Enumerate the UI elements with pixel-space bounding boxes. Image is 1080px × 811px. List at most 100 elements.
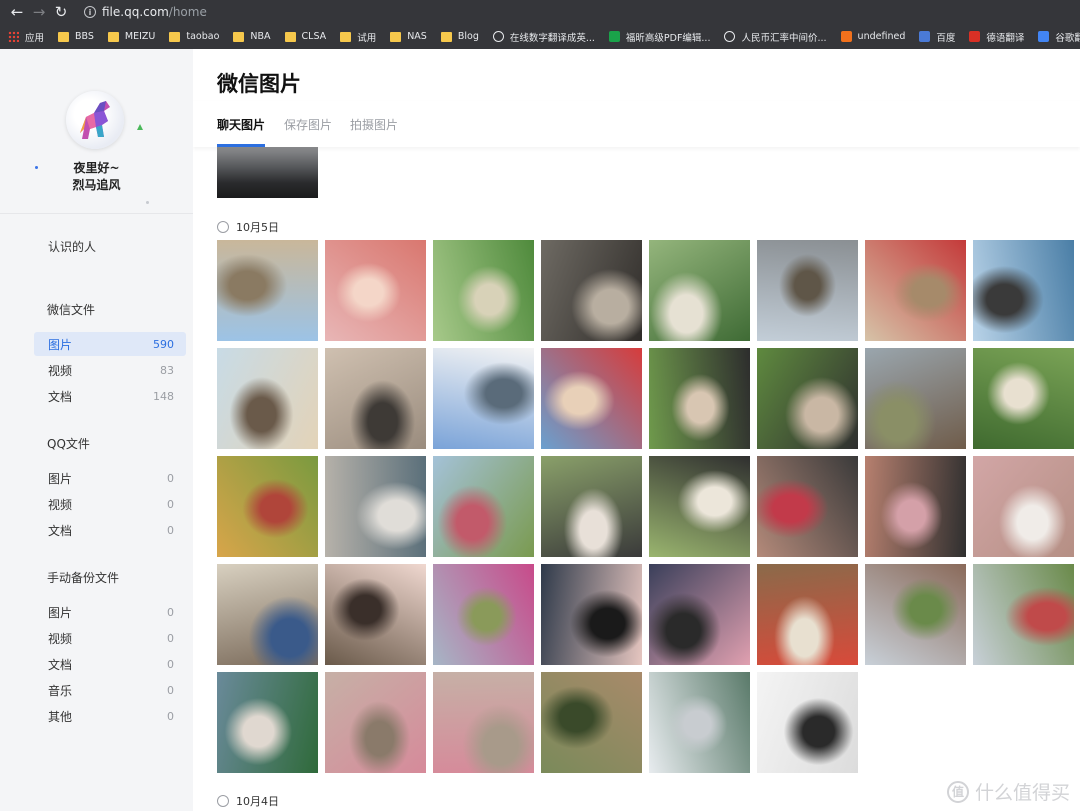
photo-thumbnail[interactable]: [433, 348, 534, 449]
watermark-text: 什么值得买: [974, 782, 1070, 804]
globe-icon: [492, 31, 504, 42]
folder-icon: [58, 31, 70, 42]
photo-thumbnail[interactable]: [865, 456, 966, 557]
bookmark-item[interactable]: 百度: [919, 30, 955, 44]
photo-thumbnail[interactable]: [649, 456, 750, 557]
url-path: /home: [168, 5, 207, 19]
photo-thumbnail[interactable]: [433, 240, 534, 341]
photo-thumbnail[interactable]: [217, 672, 318, 773]
photo-image: [649, 672, 750, 773]
photo-thumbnail[interactable]: [757, 348, 858, 449]
photo-image: [217, 456, 318, 557]
bookmark-item[interactable]: 德语翻译: [969, 30, 1024, 44]
photo-thumbnail[interactable]: [433, 456, 534, 557]
photo-thumbnail[interactable]: [757, 672, 858, 773]
sidebar-item-backup-music[interactable]: 音乐 0: [34, 678, 186, 702]
photo-thumbnail[interactable]: [541, 456, 642, 557]
photo-thumbnail[interactable]: [541, 564, 642, 665]
bookmark-item[interactable]: BBS: [58, 31, 94, 42]
photo-thumbnail[interactable]: [325, 564, 426, 665]
tab-camera-images[interactable]: 拍摄图片: [350, 116, 398, 133]
bookmark-item[interactable]: undefined: [840, 31, 905, 42]
photo-thumbnail[interactable]: [649, 240, 750, 341]
photo-thumbnail[interactable]: [217, 348, 318, 449]
photo-thumbnail[interactable]: [325, 672, 426, 773]
photo-thumbnail[interactable]: [973, 564, 1074, 665]
photo-thumbnail[interactable]: [433, 564, 534, 665]
avatar[interactable]: [66, 91, 124, 149]
site-info-icon[interactable]: i: [84, 6, 96, 18]
date-label: 10月4日: [236, 795, 279, 808]
select-group-radio[interactable]: [217, 795, 229, 807]
bookmark-item[interactable]: taobao: [169, 31, 219, 42]
photo-thumbnail[interactable]: [649, 564, 750, 665]
photo-thumbnail[interactable]: [865, 564, 966, 665]
sidebar-item-qq-videos[interactable]: 视频 0: [34, 492, 186, 516]
select-group-radio[interactable]: [217, 221, 229, 233]
photo-thumbnail[interactable]: [757, 564, 858, 665]
photo-thumbnail[interactable]: [973, 348, 1074, 449]
sidebar-item-label: 文档: [48, 389, 73, 404]
bookmark-item[interactable]: NBA: [233, 31, 271, 42]
bookmark-item[interactable]: MEIZU: [107, 31, 155, 42]
photo-thumbnail[interactable]: [325, 456, 426, 557]
bookmark-item[interactable]: NAS: [390, 31, 427, 42]
browser-nav-row: ← → ↻ i file.qq.com/home: [0, 0, 1080, 24]
photo-thumbnail[interactable]: [649, 348, 750, 449]
photo-thumbnail[interactable]: [433, 672, 534, 773]
sidebar-item-backup-docs[interactable]: 文档 0: [34, 652, 186, 676]
photo-thumbnail[interactable]: [325, 348, 426, 449]
photo-image: [541, 348, 642, 449]
sidebar-item-backup-videos[interactable]: 视频 0: [34, 626, 186, 650]
sidebar-item-backup-other[interactable]: 其他 0: [34, 704, 186, 728]
bookmark-item[interactable]: 人民币汇率中间价...: [724, 30, 827, 44]
photo-thumbnail[interactable]: [325, 240, 426, 341]
photo-thumbnail[interactable]: [973, 240, 1074, 341]
photo-thumbnail[interactable]: [973, 456, 1074, 557]
sidebar-item-count: 0: [167, 709, 174, 723]
sidebar-item-wechat-images[interactable]: 图片 590: [34, 332, 186, 356]
bookmark-item[interactable]: 福昕高级PDF编辑...: [608, 30, 710, 44]
photo-thumbnail[interactable]: [541, 672, 642, 773]
photo-thumbnail[interactable]: [865, 348, 966, 449]
photo-thumbnail[interactable]: [865, 240, 966, 341]
tab-chat-images[interactable]: 聊天图片: [217, 116, 265, 133]
photo-thumbnail[interactable]: [649, 672, 750, 773]
photo-thumbnail[interactable]: [541, 348, 642, 449]
bookmark-item[interactable]: 谷歌翻译: [1038, 30, 1080, 44]
address-bar[interactable]: i file.qq.com/home: [84, 5, 207, 19]
forward-arrow-icon[interactable]: →: [28, 1, 50, 23]
photo-image: [325, 456, 426, 557]
main-content: 微信图片 聊天图片 保存图片 拍摄图片 10月5日 10月4日 值 什么值得买: [193, 49, 1080, 811]
bookmark-item[interactable]: 应用: [8, 30, 44, 44]
sidebar-known-people[interactable]: 认识的人: [48, 238, 96, 255]
photo-image: [757, 456, 858, 557]
bookmark-item[interactable]: 在线数字翻译成英...: [492, 30, 595, 44]
bookmark-item[interactable]: Blog: [440, 31, 479, 42]
photo-thumbnail[interactable]: [757, 456, 858, 557]
photo-image: [541, 672, 642, 773]
reload-icon[interactable]: ↻: [50, 1, 72, 23]
google-translate-icon: [1038, 31, 1050, 42]
tab-saved-images[interactable]: 保存图片: [284, 116, 332, 133]
photo-thumbnail[interactable]: [217, 240, 318, 341]
sidebar-item-label: 视频: [48, 631, 73, 646]
sidebar-item-qq-images[interactable]: 图片 0: [34, 466, 186, 490]
sidebar-item-wechat-videos[interactable]: 视频 83: [34, 358, 186, 382]
sidebar-item-wechat-docs[interactable]: 文档 148: [34, 384, 186, 408]
bookmark-item[interactable]: CLSA: [284, 31, 326, 42]
photo-thumbnail[interactable]: [217, 564, 318, 665]
back-arrow-icon[interactable]: ←: [6, 1, 28, 23]
tab-bar: 聊天图片 保存图片 拍摄图片: [193, 101, 1080, 147]
sidebar-item-label: 文档: [48, 523, 73, 538]
photo-image: [541, 240, 642, 341]
photo-thumbnail[interactable]: [541, 240, 642, 341]
bookmark-item[interactable]: 试用: [340, 30, 376, 44]
photo-thumbnail[interactable]: [757, 240, 858, 341]
sidebar-item-qq-docs[interactable]: 文档 0: [34, 518, 186, 542]
photo-thumbnail[interactable]: [217, 147, 318, 198]
photo-image: [649, 348, 750, 449]
photo-thumbnail[interactable]: [217, 456, 318, 557]
photo-image: [217, 348, 318, 449]
sidebar-item-backup-images[interactable]: 图片 0: [34, 600, 186, 624]
